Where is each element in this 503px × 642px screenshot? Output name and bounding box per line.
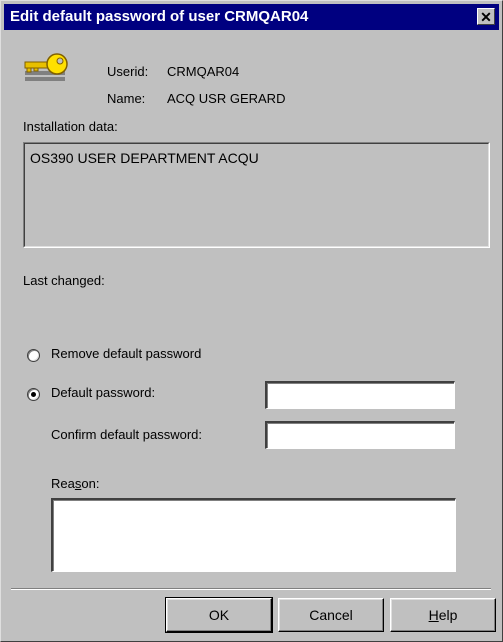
- installation-data-value: OS390 USER DEPARTMENT ACQU: [30, 150, 259, 166]
- remove-default-password-radio[interactable]: [27, 349, 40, 362]
- dialog-window: Edit default password of user CRMQAR04 ✕…: [0, 0, 503, 642]
- confirm-default-password-input[interactable]: [267, 423, 454, 448]
- cancel-button[interactable]: Cancel: [278, 598, 384, 632]
- confirm-default-password-field[interactable]: [265, 421, 455, 449]
- name-label: Name:: [107, 91, 146, 106]
- window-title: Edit default password of user CRMQAR04: [10, 8, 309, 25]
- last-changed-label: Last changed:: [23, 273, 105, 288]
- help-button[interactable]: Help: [390, 598, 496, 632]
- close-button[interactable]: ✕: [477, 8, 495, 25]
- key-icon: [24, 53, 68, 81]
- name-value: ACQ USR GERARD: [167, 91, 286, 106]
- radio-selected-dot: [31, 392, 36, 397]
- default-password-input[interactable]: [267, 383, 454, 408]
- installation-data-label: Installation data:: [23, 119, 118, 134]
- ok-button[interactable]: OK: [165, 597, 273, 633]
- default-password-field[interactable]: [265, 381, 455, 409]
- reason-label: Reason:: [51, 476, 100, 491]
- reason-field[interactable]: [51, 498, 456, 572]
- userid-label: Userid:: [107, 64, 149, 79]
- reason-textarea[interactable]: [53, 500, 455, 571]
- userid-value: CRMQAR04: [167, 64, 240, 79]
- default-password-label[interactable]: Default password:: [51, 385, 155, 400]
- title-bar[interactable]: Edit default password of user CRMQAR04 ✕: [4, 4, 499, 30]
- button-divider: [11, 588, 491, 590]
- installation-data-box: OS390 USER DEPARTMENT ACQU: [23, 142, 490, 248]
- confirm-default-password-label: Confirm default password:: [51, 427, 203, 442]
- default-password-radio[interactable]: [27, 388, 40, 401]
- close-icon: ✕: [480, 9, 492, 25]
- remove-default-password-label[interactable]: Remove default password: [51, 346, 201, 361]
